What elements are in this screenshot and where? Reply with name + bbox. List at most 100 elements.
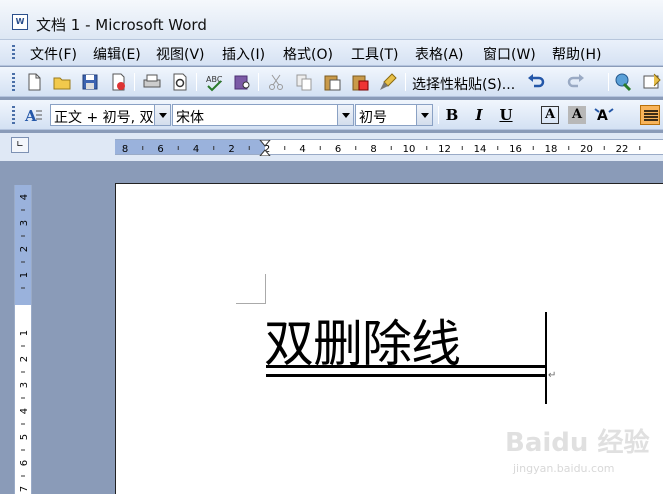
ruler-label: 3 <box>19 220 30 226</box>
ruler-label: 7 <box>19 486 30 492</box>
word-app-icon[interactable]: W <box>12 14 28 30</box>
font-dropdown-icon[interactable] <box>337 105 353 125</box>
ruler-label: 1 <box>19 272 30 278</box>
window-title: 文档 1 - Microsoft Word <box>36 16 207 34</box>
standard-toolbar-grip[interactable] <box>12 73 15 91</box>
menu-window[interactable]: 窗口(W) <box>483 44 536 64</box>
paste-icon[interactable] <box>322 72 342 92</box>
toolbar-separator <box>134 73 135 91</box>
horizontal-ruler[interactable]: 8 6 4 2 2 4 6 8 10 12 14 16 18 20 22 <box>115 139 663 156</box>
ruler-label: 14 <box>474 144 487 155</box>
vertical-ruler-ticks: 4 3 2 1 1 2 3 4 5 6 7 <box>19 194 30 492</box>
ruler-label: 4 <box>19 194 30 200</box>
font-size-select[interactable]: 初号 <box>355 104 433 126</box>
ruler-label: 4 <box>299 144 305 155</box>
permission-icon[interactable] <box>108 72 128 92</box>
open-folder-icon[interactable] <box>52 72 72 92</box>
font-select[interactable]: 宋体 <box>172 104 354 126</box>
svg-text:A: A <box>24 107 37 125</box>
horizontal-ruler-ticks: 8 6 4 2 2 4 6 8 10 12 14 16 18 20 22 <box>122 140 641 156</box>
menu-insert[interactable]: 插入(I) <box>222 44 265 64</box>
italic-button[interactable]: I <box>470 106 488 124</box>
ruler-label: 6 <box>335 144 341 155</box>
tab-selector[interactable]: ∟ <box>11 137 29 153</box>
paste-format-icon[interactable] <box>350 72 370 92</box>
ruler-label: 2 <box>228 144 234 155</box>
double-strikethrough-line-1 <box>266 365 546 368</box>
menubar-grip[interactable] <box>12 45 15 61</box>
bold-button[interactable]: B <box>443 106 461 124</box>
watermark-main: Baidu 经验 <box>505 428 650 458</box>
char-scaling-icon[interactable]: A <box>594 105 614 125</box>
ruler-label: 4 <box>19 408 30 414</box>
ruler-label: 10 <box>403 144 416 155</box>
ruler-label: 20 <box>580 144 593 155</box>
print-preview-icon[interactable] <box>170 72 190 92</box>
menu-help[interactable]: 帮助(H) <box>552 44 601 64</box>
vertical-ruler[interactable]: 4 3 2 1 1 2 3 4 5 6 7 <box>14 185 32 494</box>
toolbar-separator <box>608 73 609 91</box>
copy-icon[interactable] <box>294 72 314 92</box>
style-select-value: 正文 + 初号, 双 <box>54 110 154 126</box>
menu-view[interactable]: 视图(V) <box>156 44 205 64</box>
font-select-value: 宋体 <box>176 110 204 126</box>
ruler-row: ∟ 8 6 4 2 2 4 6 8 10 12 14 16 18 20 22 <box>0 133 663 161</box>
margin-crop-mark <box>236 274 266 304</box>
formatting-toolbar-grip[interactable] <box>12 106 15 124</box>
menu-tools[interactable]: 工具(T) <box>351 44 398 64</box>
char-border-button[interactable]: A <box>541 106 559 124</box>
redo-icon[interactable] <box>566 72 586 92</box>
toolbar-separator <box>258 73 259 91</box>
print-icon[interactable] <box>142 72 162 92</box>
ruler-label: 1 <box>19 330 30 336</box>
ruler-label: 18 <box>545 144 558 155</box>
char-shading-button[interactable]: A <box>568 106 586 124</box>
paste-special-button[interactable]: 选择性粘贴(S)... <box>412 74 515 94</box>
ruler-label: 6 <box>157 144 163 155</box>
ruler-label: 5 <box>19 434 30 440</box>
styles-formatting-icon[interactable]: A <box>24 105 44 125</box>
undo-icon[interactable] <box>526 72 546 92</box>
ruler-label: 22 <box>616 144 629 155</box>
underline-button[interactable]: U <box>497 106 515 124</box>
menu-format[interactable]: 格式(O) <box>283 44 333 64</box>
standard-toolbar: ABC 选择性粘贴(S)... <box>0 67 663 152</box>
ruler-label: 12 <box>438 144 451 155</box>
svg-text:A: A <box>597 108 608 124</box>
spelling-icon[interactable]: ABC <box>204 72 224 92</box>
menu-bar: 文件(F) 编辑(E) 视图(V) 插入(I) 格式(O) 工具(T) 表格(A… <box>0 40 663 66</box>
menu-file[interactable]: 文件(F) <box>30 44 77 64</box>
ruler-label: 2 <box>19 246 30 252</box>
new-doc-icon[interactable] <box>24 72 44 92</box>
text-cursor <box>545 312 547 404</box>
font-size-dropdown-icon[interactable] <box>416 105 432 125</box>
toolbar-separator <box>196 73 197 91</box>
ruler-label: 16 <box>509 144 522 155</box>
tables-borders-icon[interactable] <box>642 72 662 92</box>
toolbar-separator <box>405 73 406 91</box>
baidu-watermark: Baidu 经验 jingyan.baidu.com <box>505 418 655 488</box>
paragraph-mark: ↵ <box>548 370 557 381</box>
cut-icon[interactable] <box>266 72 286 92</box>
style-dropdown-icon[interactable] <box>154 105 170 125</box>
ruler-label: 2 <box>19 356 30 362</box>
ruler-label: 4 <box>193 144 199 155</box>
save-icon[interactable] <box>80 72 100 92</box>
style-select[interactable]: 正文 + 初号, 双 <box>50 104 171 126</box>
ruler-label: 3 <box>19 382 30 388</box>
hyperlink-icon[interactable] <box>614 72 634 92</box>
ruler-label: 6 <box>19 460 30 466</box>
watermark-sub: jingyan.baidu.com <box>513 462 615 475</box>
menu-table[interactable]: 表格(A) <box>415 44 464 64</box>
ruler-label: 8 <box>370 144 376 155</box>
toolbar-separator <box>438 106 439 124</box>
font-size-value: 初号 <box>359 110 387 126</box>
research-icon[interactable] <box>232 72 252 92</box>
justify-icon[interactable] <box>640 105 660 125</box>
format-painter-icon[interactable] <box>378 72 398 92</box>
formatting-toolbar: A 正文 + 初号, 双 宋体 初号 B I U A A A <box>0 100 663 218</box>
menu-edit[interactable]: 编辑(E) <box>93 44 141 64</box>
double-strikethrough-line-2 <box>266 374 546 377</box>
title-bar: W 文档 1 - Microsoft Word <box>0 0 663 40</box>
ruler-label: 8 <box>122 144 128 155</box>
